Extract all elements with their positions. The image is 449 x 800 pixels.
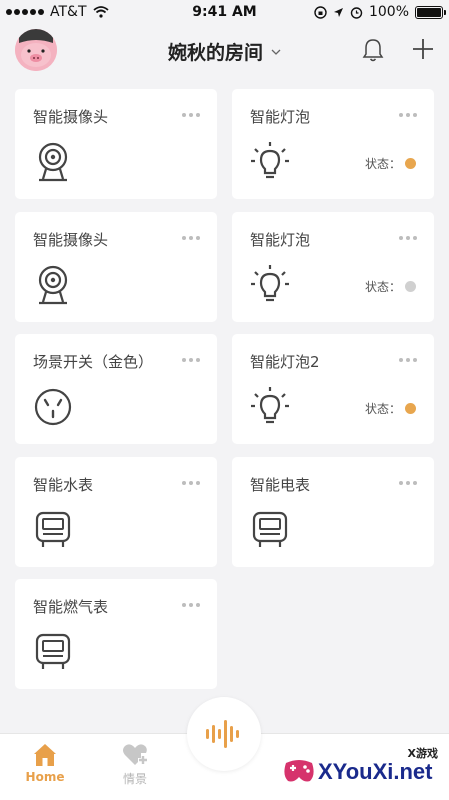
status-dot (405, 280, 416, 292)
more-options-icon[interactable] (182, 235, 200, 240)
meter-icon (33, 631, 73, 673)
device-name: 智能灯泡 (250, 230, 311, 249)
bulb-icon (250, 264, 290, 306)
device-name: 智能灯泡 (250, 108, 311, 126)
device-card[interactable]: 智能灯泡状态： (232, 211, 434, 322)
device-card[interactable]: 智能水表 (15, 456, 217, 567)
device-status: 状态： (365, 400, 416, 417)
device-name: 智能电表 (250, 475, 311, 494)
device-card[interactable]: 智能灯泡状态： (232, 89, 434, 199)
watermark: X游戏 XYouXi.net (278, 745, 444, 795)
chevron-down-icon (271, 49, 281, 55)
status-label: 状态： (364, 157, 401, 171)
heart-plus-icon (123, 744, 147, 765)
status-bar-right: 100% (314, 4, 446, 20)
more-options-icon[interactable] (399, 235, 417, 240)
status-label: 状态： (364, 402, 401, 416)
device-card[interactable]: 智能摄像头 (15, 211, 217, 322)
meter-icon (250, 509, 290, 551)
location-icon (333, 7, 343, 17)
watermark-text: XYouXi.net (318, 759, 433, 784)
device-card[interactable]: 智能电表 (232, 456, 434, 567)
status-bar: AT&T 9:41 AM 100% (0, 0, 449, 26)
tab-home[interactable]: Home (15, 742, 75, 784)
more-options-icon[interactable] (399, 480, 417, 485)
camera-icon (33, 264, 73, 306)
more-options-icon[interactable] (182, 603, 200, 607)
more-options-icon[interactable] (182, 358, 200, 362)
more-options-icon[interactable] (399, 358, 417, 362)
bell-icon[interactable] (361, 37, 385, 63)
device-card[interactable]: 智能灯泡2 状态： (232, 334, 434, 444)
device-name: 场景开关（金色） (33, 353, 154, 371)
status-dot (405, 403, 416, 414)
battery-fill (417, 7, 441, 17)
battery-percent: 100% (368, 4, 409, 20)
bulb-icon (250, 141, 290, 183)
header: 婉秋的房间 (0, 26, 449, 80)
device-status: 状态： (365, 278, 416, 295)
status-dot (405, 158, 416, 169)
device-card[interactable]: 智能燃气表 (15, 579, 217, 689)
voice-button[interactable] (187, 697, 261, 771)
camera-icon (33, 141, 73, 183)
alarm-icon (350, 6, 363, 19)
device-name: 智能水表 (33, 475, 94, 494)
gamepad-logo-icon (284, 760, 314, 782)
tab-home-label: Home (25, 770, 65, 784)
more-options-icon[interactable] (399, 113, 417, 117)
battery-icon (415, 5, 446, 19)
device-card[interactable]: 智能摄像头 (15, 89, 217, 199)
voice-wave-icon (206, 720, 239, 748)
rotation-lock-icon (314, 5, 327, 19)
device-status: 状态： (365, 155, 416, 172)
status-label: 状态： (364, 279, 401, 294)
device-card[interactable]: 场景开关（金色） (15, 334, 217, 444)
bulb-icon (250, 386, 290, 428)
add-device-icon[interactable] (411, 37, 435, 61)
tab-scene[interactable]: 情景 (105, 742, 165, 787)
more-options-icon[interactable] (182, 480, 200, 485)
meter-icon (33, 509, 73, 551)
tab-scene-label: 情景 (122, 772, 147, 786)
device-name: 智能燃气表 (33, 598, 109, 616)
more-options-icon[interactable] (182, 113, 200, 117)
device-name: 智能灯泡2 (250, 353, 320, 371)
socket-icon (33, 386, 73, 428)
device-name: 智能摄像头 (33, 230, 109, 249)
room-title: 婉秋的房间 (167, 42, 263, 64)
device-name: 智能摄像头 (33, 108, 109, 126)
home-icon (34, 744, 56, 766)
